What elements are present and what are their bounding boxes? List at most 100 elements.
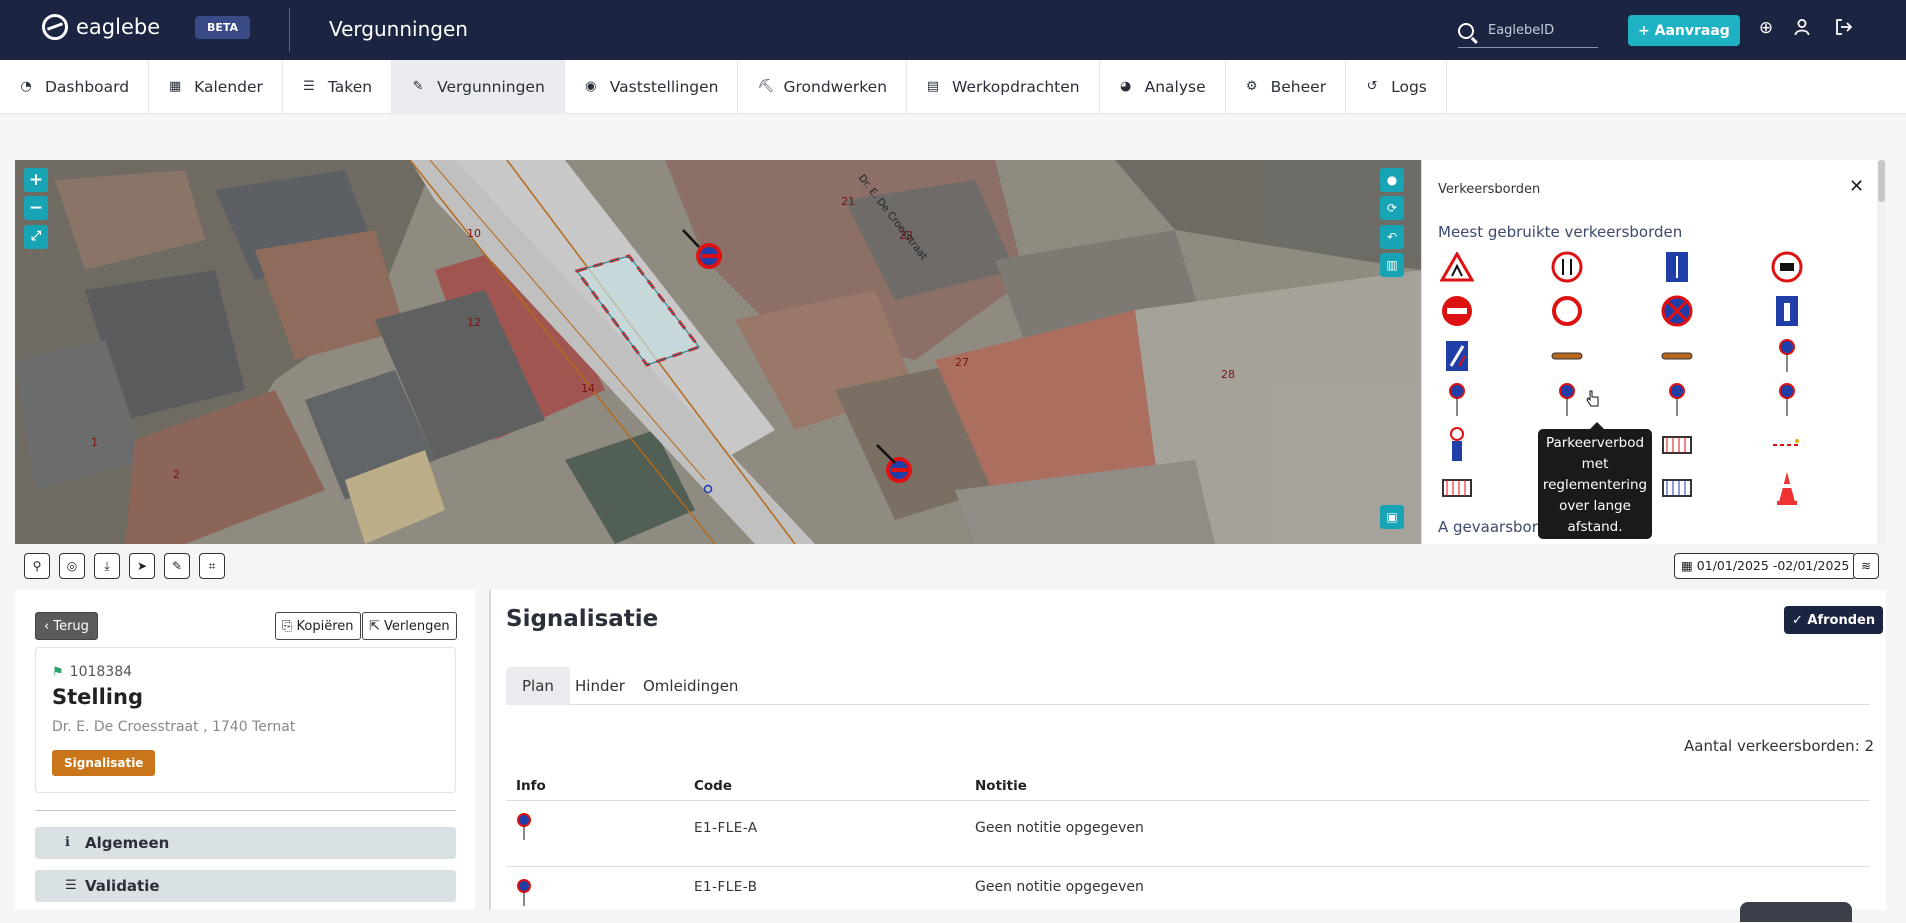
sign-barrier-blue-icon[interactable] [1659,470,1695,506]
save-map-icon[interactable]: ▣ [1380,505,1404,529]
parking-ban-sign-icon [516,879,532,911]
sign-parking-ban-pole-3-icon[interactable] [1659,382,1695,418]
locate-button[interactable]: ◎ [59,553,85,579]
sign-code: E1-FLE-B [694,879,758,895]
sign-code: E1-FLE-A [694,820,758,836]
sign-no-stopping-icon[interactable] [1659,293,1695,329]
search-map-button[interactable]: ⚲ [24,553,50,579]
language-globe-icon[interactable]: ⊕ [1755,18,1777,40]
table-row[interactable]: E1-FLE-B Geen notitie opgegeven [506,866,1870,923]
date-range-button[interactable]: ▦ 01/01/2025 -02/01/2025 [1674,553,1857,579]
delete-tool-icon[interactable]: ▥ [1380,253,1404,277]
extend-button[interactable]: ⇱ Verlengen [362,612,457,640]
most-used-heading: Meest gebruikte verkeersborden [1438,223,1683,241]
sign-closed-road-icon[interactable] [1549,293,1585,329]
draw-pencil-button[interactable]: ✎ [164,553,190,579]
back-button[interactable]: ‹ Terug [35,612,98,640]
nav-item-werkopdrachten[interactable]: ▤ Werkopdrachten [907,60,1100,114]
parking-ban-sign-icon [516,813,532,845]
nav-item-vaststellingen[interactable]: ◉ Vaststellingen [565,60,739,114]
map-canvas[interactable]: Dr. E. De Croesstraat 10 21 23 12 27 14 … [15,160,1421,544]
accordion-label: Algemeen [85,834,170,852]
layers-button[interactable]: ≋ [1853,553,1879,579]
nav-item-analyse[interactable]: ◕ Analyse [1100,60,1226,114]
sign-narrowing-icon[interactable] [1439,338,1475,374]
sign-parking-ban-pole-4-icon[interactable] [1769,382,1805,418]
sign-priority-over-oncoming-icon[interactable] [1659,249,1695,285]
eye-icon: ◉ [585,79,597,94]
accordion-validatie[interactable]: ☰ Validatie [35,870,456,902]
column-header-notitie: Notitie [975,778,1027,794]
extend-label: Verlengen [384,618,450,634]
list-icon: ☰ [65,878,77,893]
new-request-button[interactable]: + Aanvraag [1628,15,1740,46]
beta-badge: BETA [195,16,251,39]
map-sign-1 [696,243,722,269]
copy-button[interactable]: ⎘ Kopiëren [275,612,361,640]
finish-button[interactable]: ✓ Afronden [1784,606,1884,634]
map-toolbar: ⚲ ◎ ⤓ ➤ ✎ ⌗ ▦ 01/01/2025 -02/01/2025 ≋ [15,545,1886,585]
table-row[interactable]: E1-FLE-A Geen notitie opgegeven [506,800,1870,857]
sign-priority-oncoming-icon[interactable] [1549,249,1585,285]
comment-tool-icon[interactable]: ● [1380,168,1404,192]
logout-icon[interactable] [1833,18,1855,40]
sign-parking-ban-long-distance-icon[interactable] [1549,382,1585,418]
import-button[interactable]: ⤓ [94,553,120,579]
accordion-algemeen[interactable]: ℹ Algemeen [35,827,456,859]
sign-detour-board-icon[interactable] [1549,338,1585,374]
nav-item-vergunningen[interactable]: ✎ Vergunningen [392,60,565,114]
sign-barrier-red-icon[interactable] [1439,470,1475,506]
eaglebe-logo[interactable]: eaglebe [42,14,160,40]
undo-tool-icon[interactable]: ↶ [1380,225,1404,249]
sign-barrier-icon[interactable] [1659,427,1695,463]
floating-chat-tab[interactable] [1740,902,1852,922]
sign-traffic-cone-icon[interactable] [1769,470,1805,506]
nav-item-taken[interactable]: ☰ Taken [283,60,393,114]
sign-dead-end-icon[interactable] [1769,293,1805,329]
search-icon[interactable] [1458,22,1474,39]
zoom-out-button[interactable]: − [24,196,48,220]
select-pointer-button[interactable]: ➤ [129,553,155,579]
zoom-in-button[interactable]: + [24,168,48,192]
tab-omleidingen[interactable]: Omleidingen [627,667,754,705]
sign-count: Aantal verkeersborden: 2 [1684,737,1875,755]
sign-truck-ban-icon[interactable] [1769,249,1805,285]
svg-text:23: 23 [899,229,913,242]
status-badge: Signalisatie [52,750,156,776]
gauge-icon: ◕ [1119,79,1132,94]
sign-lights-icon[interactable] [1769,427,1805,463]
tasks-icon: ☰ [303,79,315,94]
sign-no-entry-icon[interactable] [1439,293,1475,329]
scrollbar-thumb[interactable] [1878,160,1885,202]
topbar-divider [289,8,290,52]
nav-label: Beheer [1270,78,1327,96]
fullscreen-button[interactable]: ⤢ [24,225,48,249]
sign-pedestrian-icon[interactable] [1439,427,1475,463]
nav-label: Vaststellingen [609,78,719,96]
nav-item-beheer[interactable]: ⚙ Beheer [1226,60,1347,114]
calendar-icon: ▦ [1681,558,1697,573]
svg-text:14: 14 [581,382,595,395]
sign-tooltip: Parkeerverbod met reglementering over la… [1538,422,1652,539]
nav-item-dashboard[interactable]: ◔ Dashboard [0,60,150,114]
sign-note: Geen notitie opgegeven [975,879,1144,895]
svg-text:27: 27 [955,356,969,369]
close-icon[interactable]: ✕ [1849,176,1864,197]
history-icon: ↺ [1366,79,1378,94]
draw-polygon-button[interactable]: ⌗ [199,553,225,579]
sign-parking-ban-pole-icon[interactable] [1769,338,1805,374]
nav-item-grondwerken[interactable]: ⛏ Grondwerken [738,60,908,114]
user-icon[interactable] [1791,18,1813,40]
nav-label: Dashboard [45,78,130,96]
panel-scrollbar[interactable] [1877,160,1886,544]
section-heading: Signalisatie [506,606,659,632]
sign-roadworks-icon[interactable] [1439,249,1475,285]
signalisatie-section: Signalisatie ✓ Afronden Plan Hinder Omle… [491,590,1886,910]
sign-detour-board-2-icon[interactable] [1659,338,1695,374]
sign-parking-ban-pole-2-icon[interactable] [1439,382,1475,418]
gears-icon: ⚙ [1245,79,1258,94]
refresh-tool-icon[interactable]: ⟳ [1380,196,1404,220]
search-input[interactable] [1488,23,1588,38]
nav-item-logs[interactable]: ↺ Logs [1346,60,1447,114]
nav-item-kalender[interactable]: ▦ Kalender [149,60,283,114]
